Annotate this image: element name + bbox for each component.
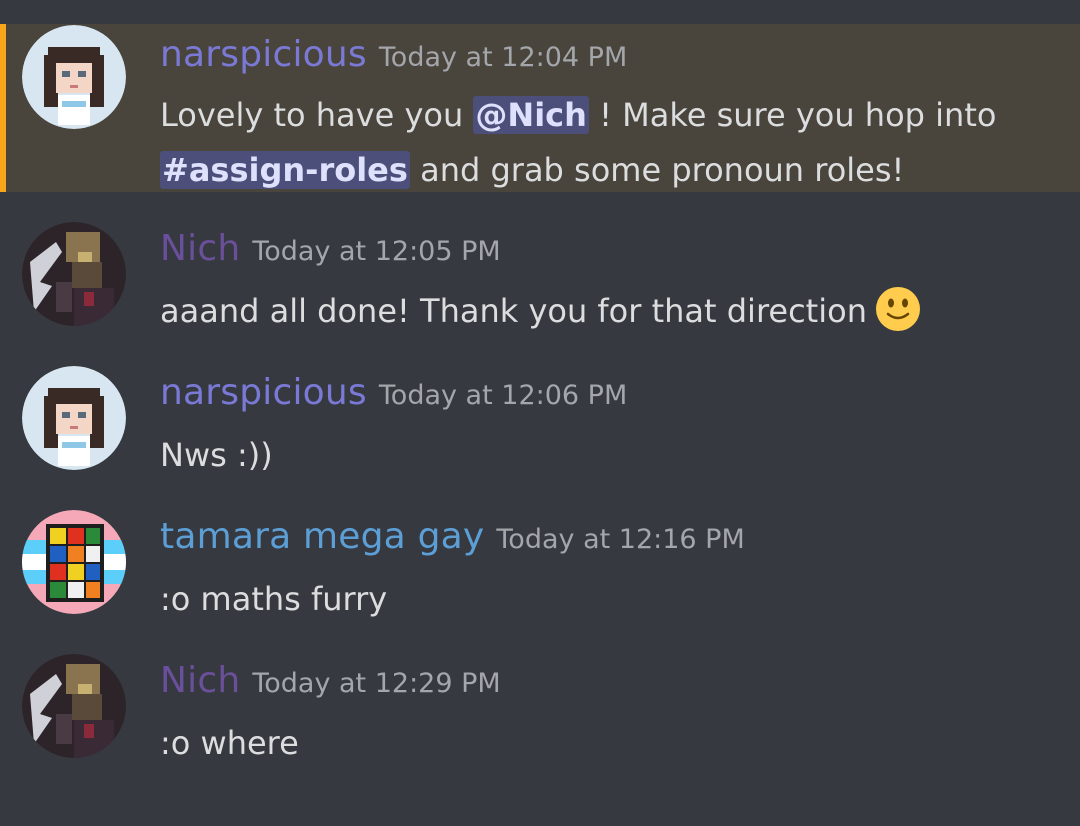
message-header: Nich Today at 12:05 PM [160, 228, 501, 269]
message-item[interactable]: tamara mega gay Today at 12:16 PM :o math… [0, 504, 1080, 624]
dark-creature-avatar[interactable] [22, 654, 126, 758]
chat-message-list: narspicious Today at 12:04 PM Lovely to h… [0, 0, 1080, 826]
rubiks-cube-avatar[interactable] [22, 510, 126, 614]
author-name[interactable]: narspicious [160, 372, 367, 413]
dark-creature-avatar[interactable] [22, 222, 126, 326]
message-timestamp[interactable]: Today at 12:16 PM [496, 524, 744, 555]
author-name[interactable]: narspicious [160, 34, 367, 75]
message-timestamp[interactable]: Today at 12:05 PM [252, 236, 500, 267]
message-item[interactable]: Nich Today at 12:29 PM :o where [0, 648, 1080, 768]
channel-mention[interactable]: #assign-roles [160, 151, 410, 189]
message-item[interactable]: narspicious Today at 12:06 PM Nws :)) [0, 360, 1080, 480]
message-content: :o where [160, 716, 1020, 771]
message-header: tamara mega gay Today at 12:16 PM [160, 516, 745, 557]
message-header: narspicious Today at 12:04 PM [160, 34, 627, 75]
pixel-girl-avatar[interactable] [22, 366, 126, 470]
message-item[interactable]: Nich Today at 12:05 PM aaand all done! Th… [0, 216, 1080, 336]
message-header: Nich Today at 12:29 PM [160, 660, 501, 701]
message-timestamp[interactable]: Today at 12:06 PM [379, 380, 627, 411]
message-text: Nws :)) [160, 436, 273, 474]
pixel-girl-avatar[interactable] [22, 25, 126, 129]
message-text: :o maths furry [160, 580, 388, 618]
message-timestamp[interactable]: Today at 12:04 PM [379, 42, 627, 73]
message-header: narspicious Today at 12:06 PM [160, 372, 627, 413]
message-content: aaand all done! Thank you for that direc… [160, 284, 1020, 339]
message-text: aaand all done! Thank you for that direc… [160, 292, 867, 330]
mention-highlight-bar [0, 24, 6, 192]
message-text: Lovely to have you [160, 96, 474, 134]
author-name[interactable]: Nich [160, 228, 240, 269]
user-mention[interactable]: @Nich [473, 96, 589, 134]
author-name[interactable]: tamara mega gay [160, 516, 484, 557]
message-content: Lovely to have you @Nich ! Make sure you… [160, 88, 1020, 198]
author-name[interactable]: Nich [160, 660, 240, 701]
message-content: :o maths furry [160, 572, 1020, 627]
message-text: ! Make sure you hop into [588, 96, 997, 134]
message-text: and grab some pronoun roles! [409, 151, 905, 189]
message-content: Nws :)) [160, 428, 1020, 483]
message-text: :o where [160, 724, 299, 762]
message-timestamp[interactable]: Today at 12:29 PM [252, 668, 500, 699]
slightly-smiling-face-emoji[interactable] [875, 286, 921, 332]
message-item[interactable]: narspicious Today at 12:04 PM Lovely to h… [0, 24, 1080, 192]
